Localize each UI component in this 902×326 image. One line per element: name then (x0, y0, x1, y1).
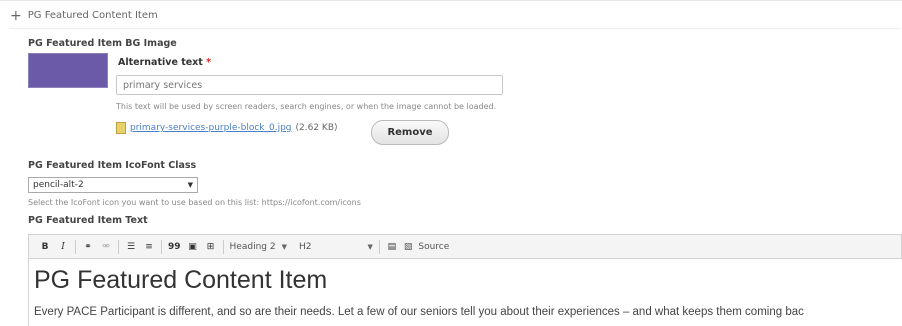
bg-image-label: PG Featured Item BG Image (28, 38, 177, 49)
style-dropdown-value: H2 (298, 241, 312, 252)
alt-text-description: This text will be used by screen readers… (116, 102, 497, 111)
source-button[interactable]: ▧ Source (404, 242, 449, 252)
toolbar-separator (222, 239, 224, 254)
drag-handle-icon[interactable]: + (10, 9, 22, 23)
chevron-down-icon: ▼ (367, 242, 373, 251)
source-icon: ▧ (403, 241, 413, 252)
source-label: Source (418, 241, 450, 252)
alt-text-label-text: Alternative text (118, 57, 203, 68)
bg-image-thumbnail (28, 53, 108, 88)
content-item-header: + PG Featured Content Item (10, 9, 158, 23)
content-item-title: PG Featured Content Item (27, 10, 158, 21)
blockquote-button[interactable]: 99 (168, 240, 181, 254)
icofont-label: PG Featured Item IcoFont Class (28, 160, 197, 171)
editor-paragraph: Every PACE Participant is different, and… (34, 306, 804, 318)
image-icon[interactable]: ▣ (187, 240, 199, 254)
numbered-list-icon[interactable]: ≡ (143, 240, 155, 254)
file-link[interactable]: primary-services-purple-block_0.jpg (130, 123, 292, 133)
table-icon[interactable]: ⊞ (205, 240, 217, 254)
chevron-down-icon: ▼ (281, 242, 287, 251)
format-dropdown-value: Heading 2 (229, 241, 276, 252)
icofont-selected-value: pencil-alt-2 (33, 180, 84, 190)
toolbar-separator (75, 239, 76, 254)
style-dropdown[interactable]: H2 ▼ (299, 242, 373, 252)
toolbar-separator (161, 239, 162, 254)
image-file-icon (116, 122, 126, 134)
bold-button[interactable]: B (39, 240, 51, 254)
italic-button[interactable]: I (57, 240, 69, 254)
bulleted-list-icon[interactable]: ☰ (125, 240, 137, 254)
file-size: (2.62 KB) (295, 123, 338, 133)
text-field-label: PG Featured Item Text (28, 215, 148, 226)
dropdown-arrow-icon: ▼ (187, 181, 193, 189)
link-icon[interactable]: ⚭ (82, 240, 94, 254)
icofont-select[interactable]: pencil-alt-2 ▼ (28, 177, 198, 193)
unlink-icon[interactable]: ⚮ (100, 240, 112, 254)
field-item-editor: + PG Featured Content Item PG Featured I… (0, 0, 902, 326)
editor-toolbar: B I ⚭ ⚮ ☰ ≡ 99 ▣ ⊞ Heading 2 ▼ H2 ▼ ▤ ▧ … (28, 234, 902, 259)
toolbar-separator (118, 239, 119, 254)
header-divider (10, 28, 900, 29)
toolbar-separator (378, 239, 380, 254)
top-border (0, 0, 902, 1)
paste-icon[interactable]: ▤ (386, 240, 398, 254)
required-marker: * (206, 57, 212, 68)
file-info: primary-services-purple-block_0.jpg (2.6… (116, 122, 338, 134)
alt-text-label: Alternative text * (118, 57, 211, 68)
format-dropdown[interactable]: Heading 2 ▼ (230, 242, 287, 252)
alt-text-input[interactable] (116, 75, 503, 95)
editor-heading: PG Featured Content Item (34, 266, 328, 294)
icofont-description: Select the IcoFont icon you want to use … (28, 198, 361, 207)
remove-button[interactable]: Remove (371, 120, 449, 145)
